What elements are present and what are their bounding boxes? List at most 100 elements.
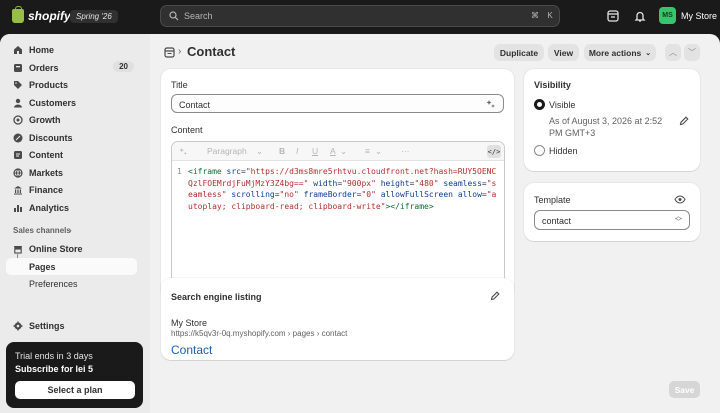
trial-ends-text: Trial ends in 3 days — [15, 351, 93, 361]
more-formatting-button[interactable]: ··· — [401, 146, 410, 156]
title-label: Title — [171, 80, 188, 90]
visible-radio[interactable] — [534, 99, 545, 110]
sidebar-item-label: Content — [29, 149, 63, 160]
sidebar-item-label: Discounts — [29, 132, 73, 143]
person-icon — [14, 98, 22, 107]
chevron-down-icon: ⌄ — [340, 146, 348, 156]
store-name: My Store — [681, 10, 718, 21]
template-select[interactable]: contact ︿ ﹀ — [534, 210, 690, 230]
show-html-button[interactable]: </> — [487, 145, 501, 158]
sidebar-item-analytics[interactable]: Analytics — [6, 199, 138, 216]
sidebar-item-label: Markets — [29, 167, 64, 178]
chevron-down-icon: ⌄ — [375, 146, 383, 156]
sidebar-item-online-store[interactable]: Online Store — [6, 240, 138, 257]
sales-channels-heading[interactable]: Sales channels — [13, 226, 71, 235]
bank-icon — [14, 185, 22, 194]
html-code-area[interactable]: 1 <iframe src="https://d3ms8mre5rhtvu.cl… — [172, 163, 504, 289]
chevron-down-icon: ⌄ — [645, 49, 652, 57]
code-token: <iframe — [188, 167, 227, 176]
code-token: allowFullScreen — [380, 190, 453, 199]
discount-icon — [13, 133, 23, 142]
italic-button[interactable]: I — [296, 146, 298, 156]
pencil-icon[interactable] — [679, 116, 689, 126]
pages-icon[interactable] — [164, 47, 175, 58]
shopify-bag-icon — [12, 6, 24, 23]
rich-text-editor[interactable]: Paragraph ⌄ B I U A ⌄ ≡ ⌄ ··· </> 1 <ifr… — [171, 141, 505, 290]
align-button[interactable]: ≡ — [365, 146, 370, 156]
code-token: allow — [457, 190, 482, 199]
chevron-up-icon: ︿ — [669, 48, 677, 57]
save-button[interactable]: Save — [669, 381, 700, 398]
code-token: "no" — [279, 190, 299, 199]
select-plan-button[interactable]: Select a plan — [15, 381, 135, 399]
chevron-down-icon: ⌄ — [256, 146, 264, 156]
sidebar-item-orders[interactable]: Orders 20 — [6, 59, 138, 76]
sparkle-icon[interactable] — [486, 99, 496, 109]
sidebar-item-pages[interactable]: Pages — [6, 258, 137, 275]
hidden-radio[interactable] — [534, 145, 545, 156]
previous-page-button[interactable]: ︿ — [665, 44, 681, 61]
sidebar-item-products[interactable]: Products — [6, 76, 138, 93]
breadcrumb-separator: › — [178, 46, 182, 57]
search-placeholder: Search — [184, 11, 213, 21]
edition-badge: Spring '26 — [70, 10, 118, 23]
sidebar-item-label: Online Store — [29, 243, 83, 254]
sidebar-item-content[interactable]: Content — [6, 146, 138, 163]
command-key-hint: ⌘ — [531, 11, 539, 20]
more-actions-button[interactable]: More actions ⌄ — [584, 44, 656, 61]
sidebar-item-markets[interactable]: Markets — [6, 164, 138, 181]
bell-icon[interactable] — [633, 9, 647, 23]
template-card: Template contact ︿ ﹀ — [524, 183, 700, 241]
sidebar-item-home[interactable]: Home — [6, 41, 138, 58]
sidebar-item-growth[interactable]: Growth — [6, 111, 138, 128]
store-menu[interactable]: MS My Store — [659, 7, 717, 24]
sidebar-item-finance[interactable]: Finance — [6, 181, 138, 198]
top-bar: shopify Spring '26 Search ⌘ K MS My Stor… — [0, 0, 720, 34]
gear-icon — [13, 321, 23, 330]
sparkle-icon[interactable] — [179, 147, 188, 156]
store-avatar: MS — [659, 7, 676, 24]
code-token: "900px" — [342, 178, 376, 188]
page-content-card: Title Contact Content Paragraph ⌄ B I U … — [161, 69, 514, 299]
sidebar-item-label: Orders — [29, 62, 59, 73]
text-color-button[interactable]: A — [330, 146, 336, 156]
sidebar-item-label: Products — [29, 79, 69, 90]
store-icon[interactable] — [606, 9, 620, 23]
html-code-text[interactable]: <iframe src="https://d3ms8mre5rhtvu.clou… — [188, 166, 498, 212]
sidebar-item-discounts[interactable]: Discounts — [6, 129, 138, 146]
shopify-logo[interactable]: shopify — [12, 6, 71, 23]
orders-icon — [14, 63, 22, 72]
seo-url: https://k5qv3r-0q.myshopify.com › pages … — [171, 329, 348, 338]
tag-icon — [14, 80, 22, 89]
chevron-right-icon: › — [69, 226, 72, 235]
content-icon — [14, 150, 22, 159]
code-token: "480" — [414, 178, 439, 188]
more-actions-label: More actions — [588, 47, 642, 58]
seo-card: Search engine listing My Store https://k… — [161, 278, 514, 360]
visibility-heading: Visibility — [534, 80, 571, 90]
view-button[interactable]: View — [548, 44, 579, 61]
trial-subscribe-text: Subscribe for lei 5 — [15, 364, 94, 374]
sidebar-item-preferences[interactable]: Preferences — [6, 275, 137, 292]
duplicate-button[interactable]: Duplicate — [494, 44, 544, 61]
code-token: scrolling — [231, 190, 275, 199]
sidebar-item-settings[interactable]: Settings — [6, 317, 138, 334]
code-token: "0" — [361, 190, 376, 199]
search-bar[interactable]: Search ⌘ K — [160, 5, 560, 27]
eye-icon[interactable] — [674, 195, 686, 204]
target-icon — [13, 114, 23, 125]
pencil-icon[interactable] — [490, 291, 500, 301]
bold-button[interactable]: B — [279, 146, 285, 156]
underline-button[interactable]: U — [312, 146, 318, 156]
title-input[interactable]: Contact — [171, 94, 504, 113]
sidebar-item-label: Settings — [29, 320, 65, 331]
paragraph-format-select[interactable]: Paragraph — [207, 146, 247, 156]
seo-page-title: Contact — [171, 343, 213, 357]
next-page-button[interactable]: ﹀ — [684, 44, 700, 61]
code-token: width — [313, 178, 338, 188]
code-token: height — [380, 178, 410, 188]
sidebar-item-label: Preferences — [29, 278, 78, 289]
globe-icon — [13, 167, 23, 178]
code-token: seamless — [443, 178, 482, 188]
sidebar-item-customers[interactable]: Customers — [6, 94, 138, 111]
